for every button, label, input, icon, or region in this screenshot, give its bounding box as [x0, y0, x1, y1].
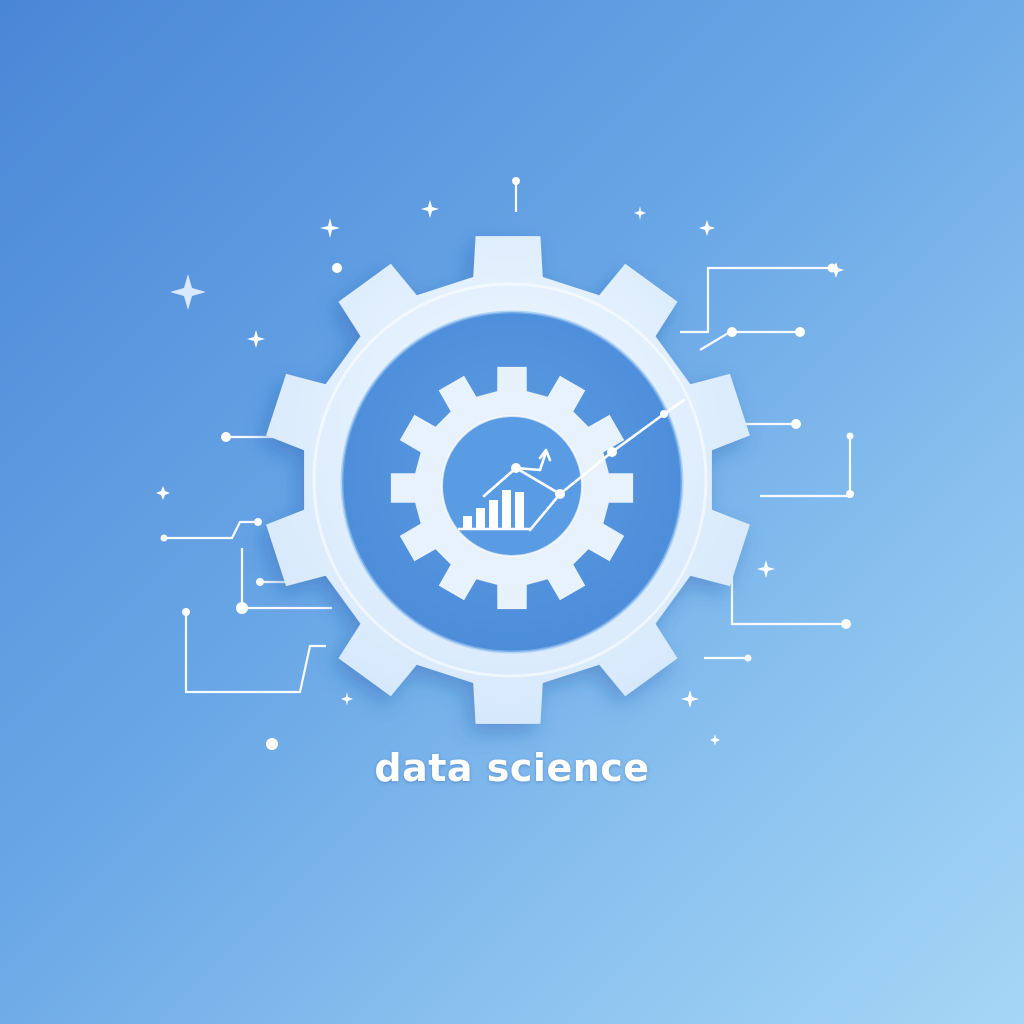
caption-text: data science: [374, 746, 650, 790]
logo-artwork: [156, 177, 854, 750]
